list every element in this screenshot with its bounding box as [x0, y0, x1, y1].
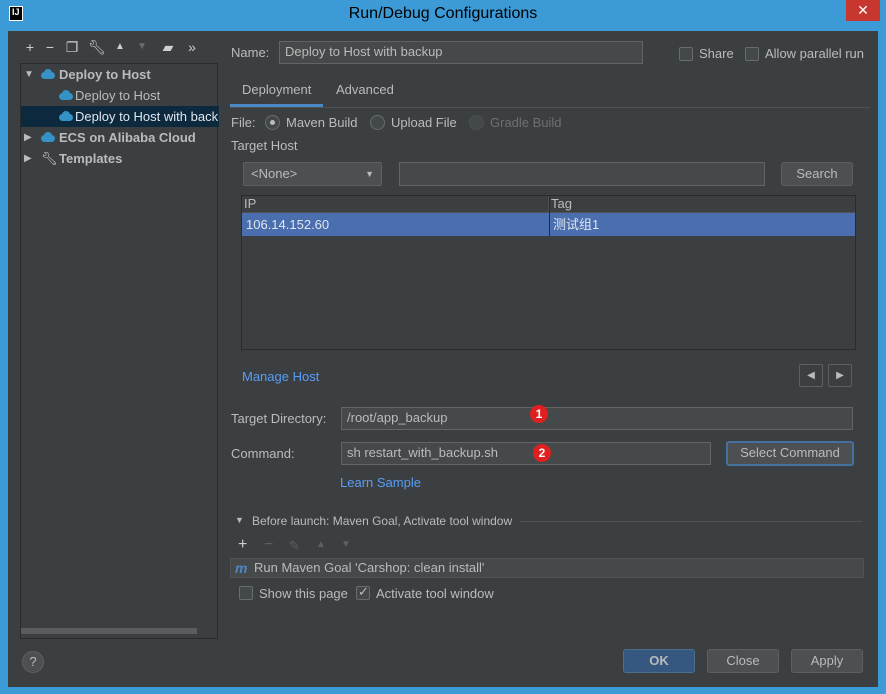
plus-icon[interactable]: +: [238, 536, 247, 554]
tree-horizontal-scrollbar[interactable]: [21, 628, 197, 634]
configurations-toolbar: + − ❐ 🔧︎ ▲ ▼ ▰ »: [20, 35, 218, 61]
target-directory-input[interactable]: /root/app_backup: [341, 407, 853, 430]
share-checkbox[interactable]: [679, 47, 693, 61]
host-search-input[interactable]: [399, 162, 765, 186]
upload-file-radio[interactable]: [370, 115, 385, 130]
dialog-window: IJ Run/Debug Configurations ✕ + − ❐ 🔧︎ ▲…: [0, 0, 886, 694]
chevron-right-icon[interactable]: ▶: [24, 127, 34, 148]
maven-build-radio[interactable]: [265, 115, 280, 130]
tab-advanced[interactable]: Advanced: [324, 76, 406, 107]
arrow-up-icon[interactable]: ▲: [112, 39, 128, 55]
search-button[interactable]: Search: [781, 162, 853, 186]
before-launch-task-label: Run Maven Goal 'Carshop: clean install': [254, 560, 485, 575]
show-this-page-checkbox[interactable]: [239, 586, 253, 600]
tree-item-label: Deploy to Host with backup: [75, 109, 219, 124]
target-directory-label: Target Directory:: [231, 411, 327, 426]
arrow-down-icon[interactable]: ▼: [341, 539, 351, 550]
manage-host-link[interactable]: Manage Host: [242, 369, 319, 384]
window-title: Run/Debug Configurations: [348, 5, 538, 22]
learn-sample-link[interactable]: Learn Sample: [340, 475, 421, 490]
tree-item-ecs-on-alibaba-cloud[interactable]: ▶ ECS on Alibaba Cloud: [21, 127, 219, 148]
command-input[interactable]: sh restart_with_backup.sh: [341, 442, 711, 465]
chevron-down-icon: ▼: [365, 169, 374, 179]
cloud-icon: [59, 90, 73, 100]
wrench-icon[interactable]: 🔧︎: [88, 39, 106, 55]
maven-build-label: Maven Build: [286, 115, 358, 130]
help-button[interactable]: ?: [22, 651, 44, 673]
tree-item-deploy-to-host[interactable]: Deploy to Host: [21, 85, 219, 106]
annotation-badge-2: 2: [533, 444, 551, 462]
upload-file-label: Upload File: [391, 115, 457, 130]
before-launch-separator: [520, 521, 862, 522]
next-page-button[interactable]: ▶: [828, 364, 852, 387]
select-command-button[interactable]: Select Command: [726, 441, 854, 466]
tree-item-label: Deploy to Host: [75, 88, 161, 103]
share-label: Share: [699, 46, 734, 61]
column-header-ip[interactable]: IP: [242, 196, 549, 213]
close-window-button[interactable]: ✕: [846, 0, 880, 21]
chevron-right-icon[interactable]: ▶: [24, 148, 34, 169]
close-button[interactable]: Close: [707, 649, 779, 673]
command-label: Command:: [231, 446, 295, 461]
annotation-badge-1: 1: [530, 405, 548, 423]
configurations-tree[interactable]: ▼ Deploy to Host Deploy to Host Deploy t…: [20, 63, 219, 639]
activate-tool-window-label: Activate tool window: [376, 586, 494, 601]
arrow-up-icon[interactable]: ▲: [316, 539, 326, 550]
target-host-label: Target Host: [231, 138, 298, 153]
ok-button[interactable]: OK: [623, 649, 695, 673]
hosts-table[interactable]: IP Tag 106.14.152.60 测试组1: [241, 195, 856, 350]
before-launch-header[interactable]: Before launch: Maven Goal, Activate tool…: [252, 514, 512, 528]
config-tabs: Deployment Advanced: [230, 76, 870, 108]
gradle-build-label: Gradle Build: [490, 115, 562, 130]
file-label: File:: [231, 115, 256, 130]
plus-icon[interactable]: +: [22, 39, 38, 55]
activate-tool-window-checkbox[interactable]: [356, 584, 370, 600]
cloud-icon: [59, 111, 73, 121]
configurations-panel: + − ❐ 🔧︎ ▲ ▼ ▰ » ▼ Deploy to Host Deploy…: [20, 35, 219, 639]
minus-icon[interactable]: −: [264, 536, 273, 554]
apply-button[interactable]: Apply: [791, 649, 863, 673]
cell-tag: 测试组1: [553, 217, 600, 232]
column-header-tag[interactable]: Tag: [549, 196, 855, 213]
cloud-icon: [41, 69, 55, 79]
tree-item-deploy-to-host-with-backup[interactable]: Deploy to Host with backup: [21, 106, 219, 127]
name-input[interactable]: Deploy to Host with backup: [279, 41, 643, 64]
arrow-down-icon[interactable]: ▼: [134, 39, 150, 55]
maven-icon: m: [235, 560, 248, 576]
tab-deployment[interactable]: Deployment: [230, 76, 324, 107]
previous-page-button[interactable]: ◀: [799, 364, 823, 387]
tree-item-templates[interactable]: ▶ 🔧︎ Templates: [21, 148, 219, 169]
before-launch-task-row[interactable]: m Run Maven Goal 'Carshop: clean install…: [230, 558, 864, 578]
allow-parallel-run-label: Allow parallel run: [765, 46, 864, 61]
minus-icon[interactable]: −: [42, 39, 58, 55]
tree-item-label: ECS on Alibaba Cloud: [59, 130, 196, 145]
tree-item-label: Deploy to Host: [59, 67, 151, 82]
dialog-content: + − ❐ 🔧︎ ▲ ▼ ▰ » ▼ Deploy to Host Deploy…: [8, 31, 878, 687]
tree-item-label: Templates: [59, 151, 123, 166]
chevron-down-icon[interactable]: ▼: [235, 515, 244, 525]
host-group-select-value: <None>: [251, 166, 298, 181]
cell-ip: 106.14.152.60: [246, 217, 330, 232]
allow-parallel-run-checkbox[interactable]: [745, 47, 759, 61]
name-label: Name:: [231, 45, 270, 60]
copy-icon[interactable]: ❐: [64, 39, 80, 55]
host-group-select[interactable]: <None> ▼: [243, 162, 382, 186]
column-divider: [549, 196, 550, 236]
show-this-page-label: Show this page: [259, 586, 348, 601]
title-bar[interactable]: IJ Run/Debug Configurations ✕: [0, 0, 886, 30]
folder-icon[interactable]: ▰: [160, 39, 176, 55]
cloud-icon: [41, 132, 55, 142]
chevron-down-icon[interactable]: ▼: [24, 64, 34, 85]
wrench-icon: 🔧︎: [41, 151, 58, 166]
gradle-build-radio: [469, 115, 484, 130]
tree-item-deploy-to-host-group[interactable]: ▼ Deploy to Host: [21, 64, 219, 85]
more-icon[interactable]: »: [184, 39, 200, 55]
pencil-icon[interactable]: ✎: [289, 538, 300, 554]
